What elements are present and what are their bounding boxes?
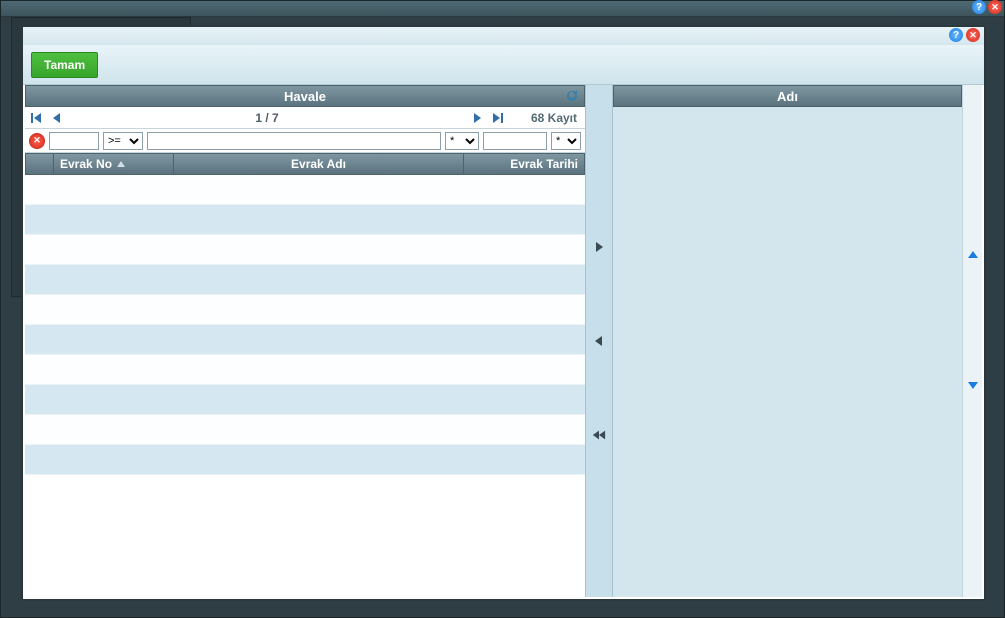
mover-column [585, 85, 613, 597]
left-panel-title: Havale [284, 89, 326, 104]
pager-first-icon[interactable] [29, 111, 43, 125]
page-indicator: 1 / 7 [255, 111, 278, 125]
right-panel: Adı [613, 85, 962, 597]
col-head-evrak-adi[interactable]: Evrak Adı [174, 154, 464, 174]
filter-col3-input[interactable] [483, 132, 547, 150]
sort-asc-icon [116, 157, 126, 171]
col-head-evrak-tarihi[interactable]: Evrak Tarihi [464, 154, 584, 174]
filter-row: >= * * [25, 129, 585, 153]
move-left-icon[interactable] [592, 334, 606, 348]
left-panel: Havale 1 / 7 [25, 85, 585, 597]
scroll-down-icon[interactable] [963, 375, 982, 395]
filter-col2-op[interactable]: * [445, 132, 479, 150]
dialog-titlebar: ? ✕ [23, 27, 984, 45]
table-row[interactable] [25, 445, 585, 475]
refresh-icon[interactable] [564, 88, 580, 104]
table-row[interactable] [25, 355, 585, 385]
outer-window: ? ✕ ? ✕ Tamam Havale [0, 0, 1005, 618]
grid-body [25, 175, 585, 597]
table-row[interactable] [25, 205, 585, 235]
filter-col2-input[interactable] [147, 132, 441, 150]
move-right-icon[interactable] [592, 240, 606, 254]
clear-filter-icon[interactable] [29, 133, 45, 149]
right-panel-title: Adı [777, 89, 798, 104]
modal-dialog: ? ✕ Tamam Havale [21, 25, 986, 601]
left-panel-header: Havale [25, 85, 585, 107]
col-head-evrak-no-label: Evrak No [60, 157, 112, 171]
right-panel-body [613, 107, 962, 597]
dialog-toolbar: Tamam [23, 45, 984, 85]
pager-last-icon[interactable] [491, 111, 505, 125]
table-row[interactable] [25, 265, 585, 295]
move-all-left-icon[interactable] [592, 428, 606, 442]
table-row[interactable] [25, 235, 585, 265]
table-row[interactable] [25, 175, 585, 205]
close-icon[interactable]: ✕ [988, 0, 1002, 14]
pager-next-icon[interactable] [471, 111, 485, 125]
table-row[interactable] [25, 295, 585, 325]
record-count: 68 Kayıt [511, 111, 581, 125]
right-panel-header: Adı [613, 85, 962, 107]
scroll-column [962, 85, 982, 597]
dialog-body: Havale 1 / 7 [23, 85, 984, 599]
filter-col1-op[interactable]: >= [103, 132, 143, 150]
dialog-close-icon[interactable]: ✕ [966, 28, 980, 42]
col-head-evrak-tarihi-label: Evrak Tarihi [510, 157, 578, 171]
paginator: 1 / 7 68 Kayıt [25, 107, 585, 129]
table-row[interactable] [25, 415, 585, 445]
col-head-checkbox[interactable] [26, 154, 54, 174]
filter-col1-input[interactable] [49, 132, 99, 150]
ok-button[interactable]: Tamam [31, 52, 98, 78]
help-icon[interactable]: ? [972, 0, 986, 14]
table-row[interactable] [25, 385, 585, 415]
column-header-row: Evrak No Evrak Adı Evrak Tarihi [25, 153, 585, 175]
col-head-evrak-adi-label: Evrak Adı [291, 157, 346, 171]
pager-prev-icon[interactable] [49, 111, 63, 125]
filter-col3-op[interactable]: * [551, 132, 581, 150]
scroll-up-icon[interactable] [963, 245, 982, 265]
dialog-help-icon[interactable]: ? [949, 28, 963, 42]
col-head-evrak-no[interactable]: Evrak No [54, 154, 174, 174]
outer-window-titlebar: ? ✕ [1, 1, 1004, 17]
table-row[interactable] [25, 325, 585, 355]
